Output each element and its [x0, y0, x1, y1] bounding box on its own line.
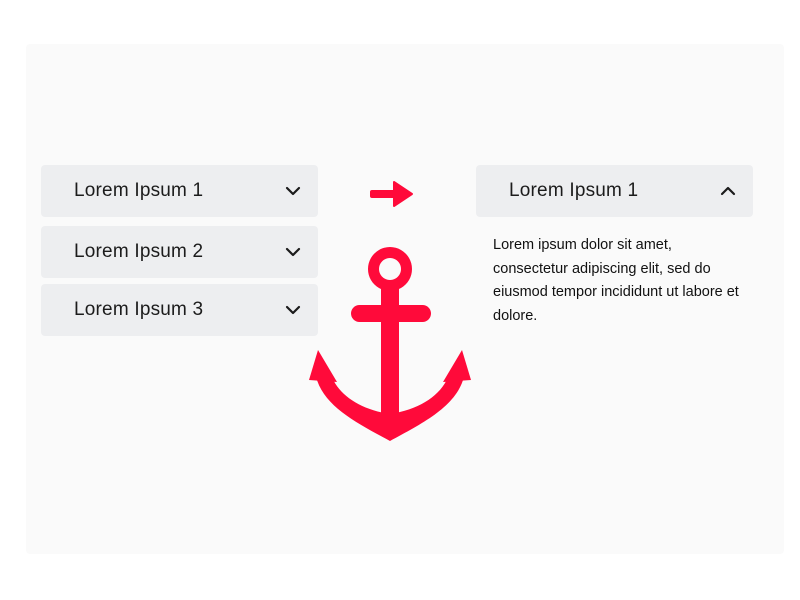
chevron-up-icon [720, 186, 736, 196]
chevron-down-icon [285, 305, 301, 315]
accordion-item-3-header[interactable]: Lorem Ipsum 3 [41, 284, 318, 336]
accordion-item-3-label: Lorem Ipsum 3 [74, 299, 204, 320]
anchor-icon [309, 247, 471, 441]
accordion-item-1-header[interactable]: Lorem Ipsum 1 [41, 165, 318, 217]
arrow-right-icon [370, 181, 413, 207]
accordion-expanded-content: Lorem ipsum dolor sit amet, consectetur … [493, 237, 739, 324]
chevron-down-icon [285, 186, 301, 196]
accordion-item-1-label: Lorem Ipsum 1 [74, 180, 204, 201]
accordion-item-2-header[interactable]: Lorem Ipsum 2 [41, 226, 318, 278]
accordion-expanded-label: Lorem Ipsum 1 [509, 180, 639, 201]
accordion-expanded-header[interactable]: Lorem Ipsum 1 [476, 165, 753, 217]
chevron-down-icon [285, 247, 301, 257]
accordion-item-2-label: Lorem Ipsum 2 [74, 241, 204, 262]
